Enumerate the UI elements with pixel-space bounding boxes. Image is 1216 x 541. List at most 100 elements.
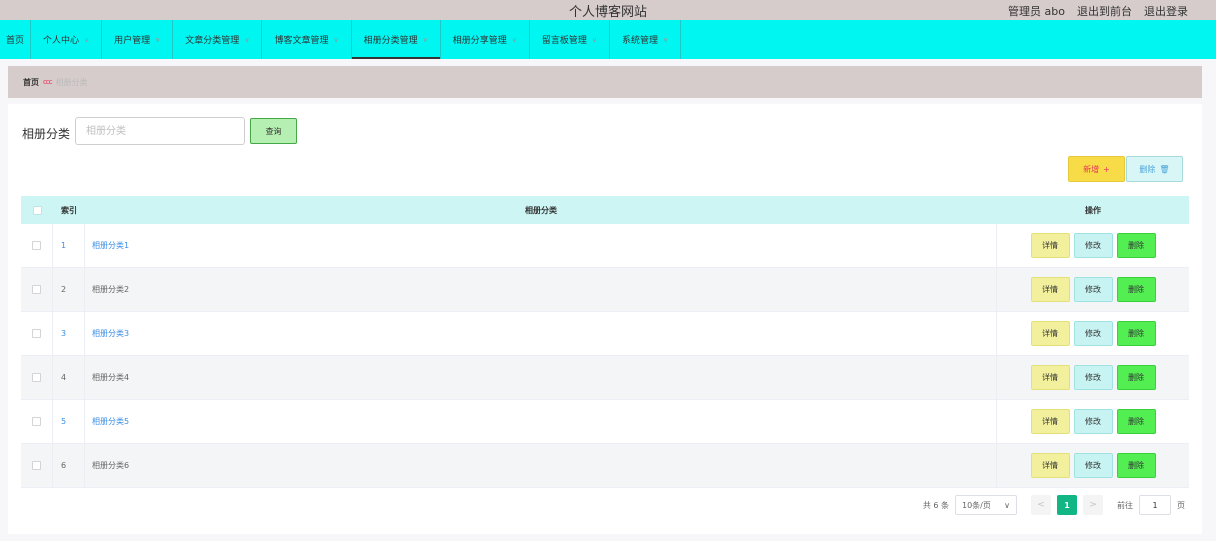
nav-blog-articles[interactable]: 博客文章管理 ∨ bbox=[262, 20, 352, 59]
add-button[interactable]: 新增 + bbox=[1068, 156, 1125, 182]
detail-button[interactable]: 详情 bbox=[1030, 409, 1070, 434]
row-name: 相册分类2 bbox=[92, 285, 130, 294]
row-ops: 详情 修改 删除 bbox=[997, 268, 1189, 311]
row-ops: 详情 修改 删除 bbox=[997, 400, 1189, 443]
nav-album-category[interactable]: 相册分类管理 ∨ bbox=[351, 20, 441, 59]
detail-button[interactable]: 详情 bbox=[1030, 321, 1070, 346]
chevron-down-icon: ∨ bbox=[511, 35, 517, 44]
batch-delete-button[interactable]: 删除 🗑 bbox=[1126, 156, 1183, 182]
goto-suffix: 页 bbox=[1177, 500, 1185, 510]
edit-button[interactable]: 修改 bbox=[1073, 321, 1113, 346]
row-checkbox[interactable] bbox=[32, 373, 41, 382]
row-checkbox-cell bbox=[21, 224, 53, 267]
detail-button[interactable]: 详情 bbox=[1030, 277, 1070, 302]
table-row: 3 相册分类3 详情 修改 删除 bbox=[21, 312, 1189, 356]
row-name-cell: 相册分类5 bbox=[85, 400, 997, 443]
nav-label: 个人中心 bbox=[43, 36, 80, 46]
row-index: 6 bbox=[61, 461, 67, 470]
chevron-down-icon: ∨ bbox=[244, 35, 250, 44]
remove-button[interactable]: 删除 bbox=[1116, 365, 1156, 390]
nav-personal-center[interactable]: 个人中心 ∨ bbox=[31, 20, 103, 59]
add-button-label: 新增 bbox=[1083, 164, 1100, 174]
row-checkbox[interactable] bbox=[32, 241, 41, 250]
remove-button[interactable]: 删除 bbox=[1116, 409, 1156, 434]
breadcrumb-current: 相册分类 bbox=[55, 77, 88, 87]
search-label: 相册分类 bbox=[22, 127, 71, 141]
row-checkbox-cell bbox=[21, 312, 53, 355]
nav-album-share[interactable]: 相册分享管理 ∨ bbox=[441, 20, 530, 59]
header-index: 索引 bbox=[61, 205, 77, 215]
nav-user-management[interactable]: 用户管理 ∨ bbox=[102, 20, 174, 59]
row-name: 相册分类3 bbox=[92, 329, 130, 338]
remove-button[interactable]: 删除 bbox=[1116, 453, 1156, 478]
trash-icon: 🗑 bbox=[1159, 164, 1170, 174]
goto-page-input[interactable] bbox=[1139, 495, 1171, 515]
next-page-button[interactable]: > bbox=[1083, 495, 1103, 515]
nav-system-management[interactable]: 系统管理 ∨ bbox=[610, 20, 682, 59]
prev-page-button[interactable]: < bbox=[1031, 495, 1051, 515]
plus-icon: + bbox=[1103, 164, 1110, 174]
row-checkbox[interactable] bbox=[32, 417, 41, 426]
nav-label: 系统管理 bbox=[622, 36, 659, 46]
search-input[interactable] bbox=[75, 117, 245, 145]
breadcrumb-home[interactable]: 首页 bbox=[23, 77, 39, 88]
page-size-select[interactable]: 10条/页 ∨ bbox=[955, 495, 1017, 515]
table-row: 2 相册分类2 详情 修改 删除 bbox=[21, 268, 1189, 312]
edit-button[interactable]: 修改 bbox=[1073, 409, 1113, 434]
row-ops: 详情 修改 删除 bbox=[997, 224, 1189, 267]
remove-button[interactable]: 删除 bbox=[1116, 321, 1156, 346]
edit-button[interactable]: 修改 bbox=[1073, 365, 1113, 390]
nav-message-board[interactable]: 留言板管理 ∨ bbox=[530, 20, 610, 59]
album-category-table: 索引 相册分类 操作 1 相册分类1 详情 修改 删除 2 相册分类2 详情 修… bbox=[21, 196, 1189, 488]
row-name: 相册分类1 bbox=[92, 241, 130, 250]
chevron-down-icon: ∨ bbox=[422, 35, 428, 44]
nav-home[interactable]: 首页 bbox=[0, 20, 32, 59]
row-checkbox-cell bbox=[21, 268, 53, 311]
detail-button[interactable]: 详情 bbox=[1030, 453, 1070, 478]
row-name-cell: 相册分类4 bbox=[85, 356, 997, 399]
header-checkbox-cell bbox=[21, 196, 53, 224]
edit-button[interactable]: 修改 bbox=[1073, 453, 1113, 478]
remove-button[interactable]: 删除 bbox=[1116, 233, 1156, 258]
row-checkbox[interactable] bbox=[32, 461, 41, 470]
nav-article-category[interactable]: 文章分类管理 ∨ bbox=[173, 20, 263, 59]
row-index-cell: 5 bbox=[53, 400, 85, 443]
row-index: 1 bbox=[61, 241, 67, 250]
chevron-down-icon: ∨ bbox=[591, 35, 597, 44]
admin-label: 管理员 abo bbox=[1008, 5, 1065, 18]
select-all-checkbox[interactable] bbox=[32, 205, 42, 215]
row-checkbox-cell bbox=[21, 356, 53, 399]
row-name-cell: 相册分类3 bbox=[85, 312, 997, 355]
row-index-cell: 2 bbox=[53, 268, 85, 311]
chevron-down-icon: ∨ bbox=[663, 35, 669, 44]
chevron-down-icon: ∨ bbox=[333, 35, 339, 44]
row-name-cell: 相册分类2 bbox=[85, 268, 997, 311]
user-area: 管理员 abo 退出到前台 退出登录 bbox=[1008, 3, 1188, 19]
search-button[interactable]: 查询 bbox=[250, 118, 297, 144]
chevron-down-icon: ∨ bbox=[155, 35, 161, 44]
row-name: 相册分类5 bbox=[92, 417, 130, 426]
main-nav: 首页 个人中心 ∨ 用户管理 ∨ 文章分类管理 ∨ 博客文章管理 ∨ 相册分类管理 ∨ 相… bbox=[0, 20, 1216, 59]
page-number-current[interactable]: 1 bbox=[1057, 495, 1077, 515]
row-index: 3 bbox=[61, 329, 67, 338]
row-index: 2 bbox=[61, 285, 67, 294]
remove-button[interactable]: 删除 bbox=[1116, 277, 1156, 302]
nav-label: 博客文章管理 bbox=[274, 36, 329, 46]
row-index-cell: 1 bbox=[53, 224, 85, 267]
nav-label: 首页 bbox=[6, 36, 25, 46]
logout-link[interactable]: 退出登录 bbox=[1144, 3, 1188, 19]
header-ops: 操作 bbox=[1085, 205, 1101, 215]
row-checkbox[interactable] bbox=[32, 329, 41, 338]
table-header-row: 索引 相册分类 操作 bbox=[21, 196, 1189, 224]
detail-button[interactable]: 详情 bbox=[1030, 233, 1070, 258]
search-button-label: 查询 bbox=[265, 126, 282, 136]
row-checkbox-cell bbox=[21, 400, 53, 443]
chevron-down-icon: ∨ bbox=[84, 35, 90, 44]
detail-button[interactable]: 详情 bbox=[1030, 365, 1070, 390]
breadcrumb-separator-icon: ccc bbox=[43, 78, 52, 86]
to-front-link[interactable]: 退出到前台 bbox=[1077, 3, 1132, 19]
delete-button-label: 删除 bbox=[1139, 164, 1156, 174]
edit-button[interactable]: 修改 bbox=[1073, 277, 1113, 302]
edit-button[interactable]: 修改 bbox=[1073, 233, 1113, 258]
row-checkbox[interactable] bbox=[32, 285, 41, 294]
